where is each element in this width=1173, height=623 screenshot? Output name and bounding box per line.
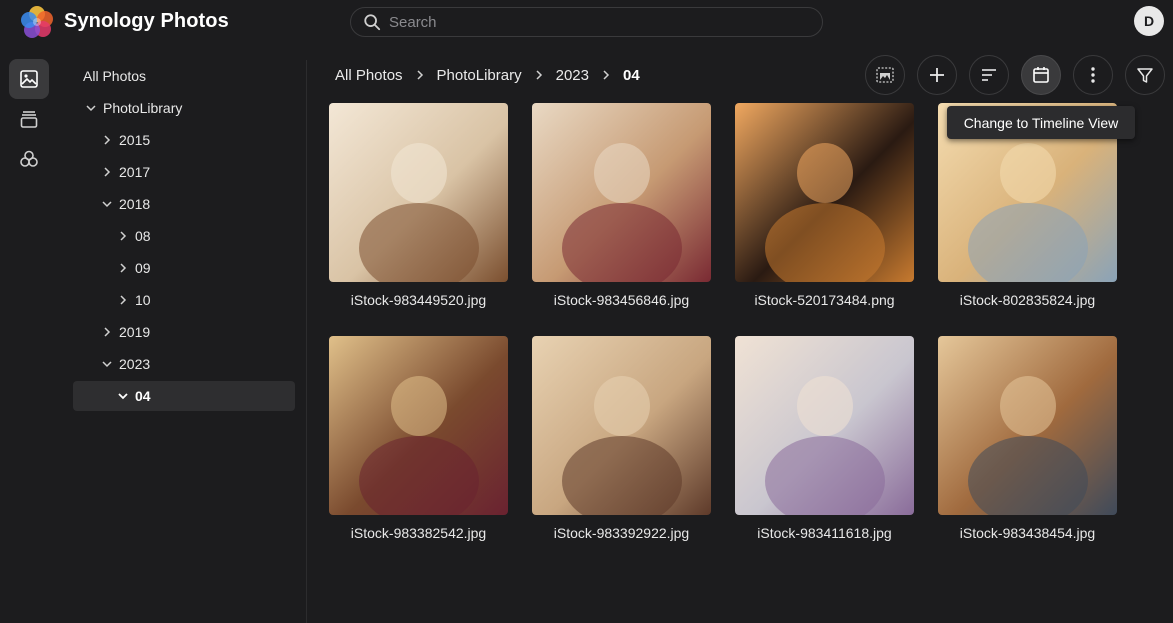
tree-item-08[interactable]: 08 (73, 221, 295, 251)
photo-image (329, 336, 508, 515)
more-options-button[interactable] (1073, 55, 1113, 95)
photo-thumbnail[interactable] (735, 103, 914, 282)
rail-shared-space-button[interactable] (9, 139, 49, 179)
photo-filename: iStock-802835824.jpg (959, 292, 1096, 308)
tree-item-2019[interactable]: 2019 (73, 317, 295, 347)
photo-image (938, 336, 1117, 515)
chevron-down-icon[interactable] (101, 358, 113, 370)
photo-image (329, 103, 508, 282)
photo-tile[interactable]: iStock-983382542.jpg (329, 336, 508, 541)
tree-item-label: 09 (135, 260, 151, 276)
rail-albums-button[interactable] (9, 99, 49, 139)
tree-item-label: 2019 (119, 324, 151, 340)
photo-tile[interactable]: iStock-983456846.jpg (532, 103, 711, 308)
photo-thumbnail[interactable] (329, 336, 508, 515)
photo-filename: iStock-983411618.jpg (757, 525, 892, 541)
tree-item-10[interactable]: 10 (73, 285, 295, 315)
chevron-down-icon[interactable] (101, 198, 113, 210)
rail-photos-button[interactable] (9, 59, 49, 99)
photo-filename: iStock-983456846.jpg (553, 292, 690, 308)
add-icon (930, 68, 944, 82)
tree-item-label: 2023 (119, 356, 151, 372)
tree-item-2017[interactable]: 2017 (73, 157, 295, 187)
tree-item-label: 2017 (119, 164, 151, 180)
chevron-right-icon (417, 70, 423, 80)
tree-item-label: 10 (135, 292, 151, 308)
top-bar: Synology Photos D (0, 0, 1173, 44)
shared-space-icon (20, 150, 38, 167)
tree-item-all-photos[interactable]: All Photos (73, 61, 295, 91)
photo-thumbnail[interactable] (938, 336, 1117, 515)
photo-thumbnail[interactable] (735, 336, 914, 515)
chevron-right-icon[interactable] (101, 326, 113, 338)
tree-item-2023[interactable]: 2023 (73, 349, 295, 379)
photo-image (532, 336, 711, 515)
chevron-down-icon[interactable] (117, 390, 129, 402)
calendar-icon (1033, 67, 1049, 83)
albums-icon (20, 111, 38, 128)
timeline-view-tooltip: Change to Timeline View (947, 106, 1135, 139)
sort-button[interactable] (969, 55, 1009, 95)
filter-button[interactable] (1125, 55, 1165, 95)
photo-tile[interactable]: iStock-983392922.jpg (532, 336, 711, 541)
tree-item-04[interactable]: 04 (73, 381, 295, 411)
chevron-right-icon[interactable] (117, 262, 129, 274)
chevron-right-icon[interactable] (101, 166, 113, 178)
chevron-down-icon[interactable] (85, 102, 97, 114)
chevron-right-icon[interactable] (101, 134, 113, 146)
filter-icon (1137, 68, 1153, 83)
select-button[interactable] (865, 55, 905, 95)
search-input[interactable] (389, 13, 789, 31)
app-title: Synology Photos (64, 10, 229, 32)
tree-item-label: All Photos (83, 68, 147, 84)
breadcrumb-all-photos[interactable]: All Photos (335, 67, 403, 84)
synology-photos-logo[interactable] (20, 4, 54, 40)
photos-icon (20, 70, 38, 88)
select-icon (876, 67, 894, 83)
breadcrumb-photolibrary[interactable]: PhotoLibrary (437, 67, 522, 84)
tree-item-2015[interactable]: 2015 (73, 125, 295, 155)
photo-thumbnail[interactable] (532, 336, 711, 515)
tree-item-label: PhotoLibrary (103, 100, 183, 116)
photo-filename: iStock-983438454.jpg (959, 525, 1096, 541)
photo-filename: iStock-520173484.png (754, 292, 895, 308)
tree-item-label: 04 (135, 388, 151, 404)
photo-thumbnail[interactable] (329, 103, 508, 282)
photo-tile[interactable]: iStock-983438454.jpg (938, 336, 1117, 541)
timeline-view-button[interactable] (1021, 55, 1061, 95)
tree-item-label: 2018 (119, 196, 151, 212)
photo-thumbnail[interactable] (532, 103, 711, 282)
search-bar[interactable] (350, 7, 823, 37)
more-icon (1091, 67, 1095, 83)
photo-tile[interactable]: iStock-983449520.jpg (329, 103, 508, 308)
sort-icon (982, 69, 996, 81)
photo-tile[interactable]: iStock-520173484.png (735, 103, 914, 308)
chevron-right-icon (536, 70, 542, 80)
add-button[interactable] (917, 55, 957, 95)
photo-filename: iStock-983382542.jpg (350, 525, 487, 541)
breadcrumb-current-04: 04 (622, 66, 640, 84)
tree-item-09[interactable]: 09 (73, 253, 295, 283)
sidebar-divider (306, 60, 307, 623)
photo-filename: iStock-983449520.jpg (350, 292, 487, 308)
breadcrumb: All Photos PhotoLibrary 2023 04 (335, 64, 640, 86)
tree-item-label: 2015 (119, 132, 151, 148)
tree-item-label: 08 (135, 228, 151, 244)
chevron-right-icon[interactable] (117, 230, 129, 242)
search-icon (364, 14, 381, 31)
tree-item-2018[interactable]: 2018 (73, 189, 295, 219)
chevron-right-icon (603, 70, 610, 80)
photo-tile[interactable]: iStock-983411618.jpg (735, 336, 914, 541)
tree-item-photolibrary[interactable]: PhotoLibrary (73, 93, 295, 123)
photo-image (735, 103, 914, 282)
photo-image (735, 336, 914, 515)
photo-filename: iStock-983392922.jpg (553, 525, 690, 541)
photo-image (532, 103, 711, 282)
chevron-right-icon[interactable] (117, 294, 129, 306)
breadcrumb-2023[interactable]: 2023 (556, 67, 589, 84)
avatar[interactable]: D (1134, 6, 1164, 36)
